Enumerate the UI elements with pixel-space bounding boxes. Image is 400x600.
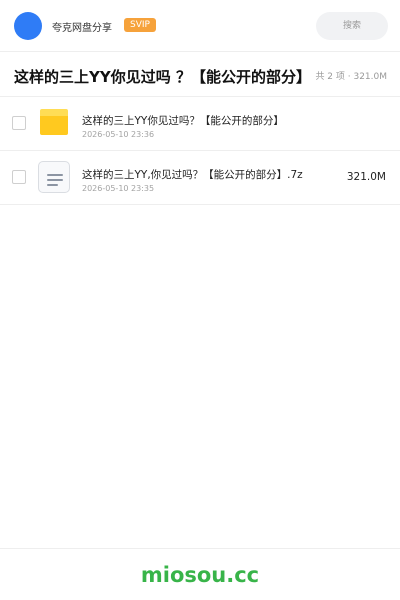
- site-watermark: miosou.cc: [140, 563, 260, 587]
- file-size: 321.0M: [346, 171, 386, 183]
- top-header: 夸克网盘分享 SVIP 搜索: [0, 0, 400, 52]
- folder-date: 2026-05-10 23:36: [82, 130, 155, 139]
- archive-file-icon: [38, 161, 70, 193]
- app-name: 夸克网盘分享: [52, 23, 112, 34]
- file-name[interactable]: 这样的三上YY,你见过吗？【能公开的部分】.7z: [82, 167, 303, 182]
- page-title: 这样的三上YY你见过吗 ？【能公开的部分】: [14, 68, 311, 86]
- svip-badge: SVIP: [124, 18, 156, 32]
- row-checkbox[interactable]: [12, 116, 26, 130]
- item-count-summary: 共 2 项 · 321.0M: [315, 72, 387, 82]
- file-row-folder[interactable]: 这样的三上YY你见过吗？【能公开的部分】 2026-05-10 23:36: [0, 97, 400, 151]
- folder-name[interactable]: 这样的三上YY你见过吗？【能公开的部分】: [82, 113, 284, 128]
- row-checkbox[interactable]: [12, 170, 26, 184]
- footer-bar: miosou.cc: [0, 548, 400, 600]
- file-row-archive[interactable]: 这样的三上YY,你见过吗？【能公开的部分】.7z 2026-05-10 23:3…: [0, 151, 400, 205]
- file-date: 2026-05-10 23:35: [82, 184, 155, 193]
- avatar[interactable]: [14, 12, 42, 40]
- share-title-bar: 这样的三上YY你见过吗 ？【能公开的部分】 共 2 项 · 321.0M: [0, 52, 400, 97]
- search-input[interactable]: 搜索: [316, 12, 388, 40]
- folder-icon: [40, 109, 68, 135]
